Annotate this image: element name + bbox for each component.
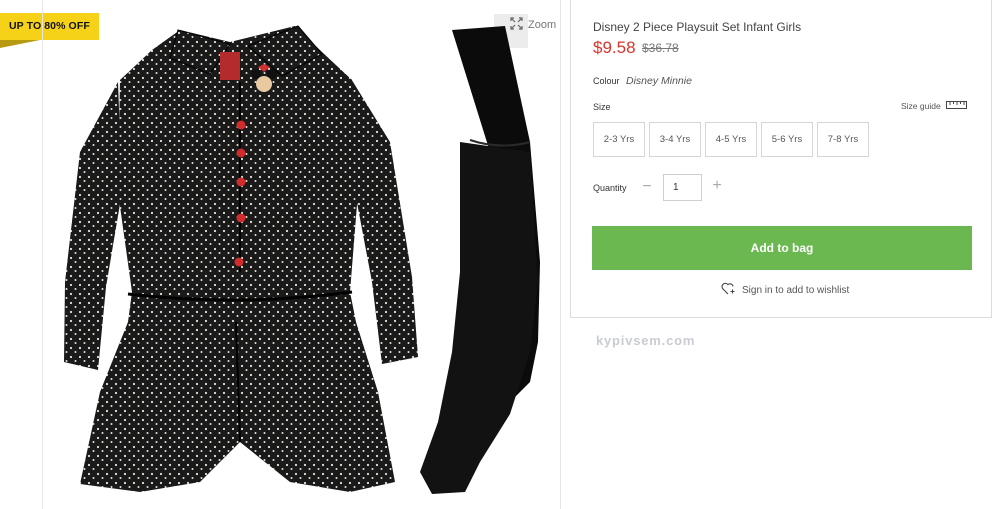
product-image: [64, 25, 540, 494]
product-details-panel: Disney 2 Piece Playsuit Set Infant Girls…: [570, 0, 992, 318]
size-option-2-3[interactable]: 2-3 Yrs: [593, 122, 645, 157]
size-options: 2-3 Yrs 3-4 Yrs 4-5 Yrs 5-6 Yrs 7-8 Yrs: [593, 122, 869, 157]
size-option-5-6[interactable]: 5-6 Yrs: [761, 122, 813, 157]
product-old-price: $36.78: [642, 41, 679, 55]
ruler-icon: [945, 101, 967, 111]
size-label: Size: [593, 102, 611, 112]
wishlist-label: Sign in to add to wishlist: [742, 284, 850, 296]
size-option-4-5[interactable]: 4-5 Yrs: [705, 122, 757, 157]
wishlist-link[interactable]: Sign in to add to wishlist: [721, 282, 849, 298]
quantity-label: Quantity: [593, 183, 627, 193]
quantity-input[interactable]: [663, 174, 702, 201]
size-guide-label: Size guide: [901, 101, 941, 111]
quantity-decrease-button[interactable]: −: [640, 178, 654, 196]
quantity-increase-button[interactable]: +: [710, 177, 724, 195]
size-guide-link[interactable]: Size guide: [901, 101, 967, 111]
size-option-3-4[interactable]: 3-4 Yrs: [649, 122, 701, 157]
watermark: kypivsem.com: [596, 333, 696, 348]
colour-value: Disney Minnie: [626, 75, 692, 87]
product-title: Disney 2 Piece Playsuit Set Infant Girls: [593, 20, 802, 34]
heart-plus-icon: [721, 282, 736, 298]
size-option-7-8[interactable]: 7-8 Yrs: [817, 122, 869, 157]
tights-graphic: [420, 26, 540, 494]
add-to-bag-button[interactable]: Add to bag: [592, 226, 972, 270]
sale-badge-tail: [0, 40, 40, 48]
product-price: $9.58: [593, 38, 636, 57]
playsuit-graphic: [64, 25, 418, 492]
colour-label: Colour: [593, 76, 620, 86]
